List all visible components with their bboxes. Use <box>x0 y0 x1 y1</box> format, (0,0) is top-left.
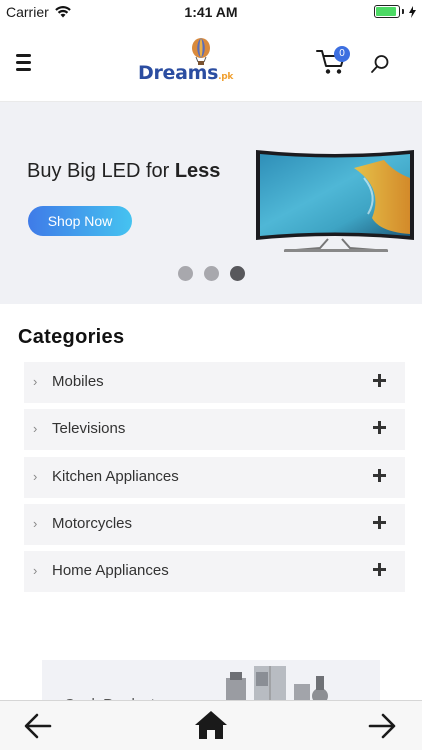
category-label: Televisions <box>52 420 126 438</box>
chevron-right-icon: › <box>33 563 38 579</box>
battery-indicator <box>374 5 416 18</box>
led-tv-image <box>256 150 414 252</box>
promo-carousel[interactable]: Buy Big LED for Less Shop Now <box>0 102 422 304</box>
expand-plus-icon[interactable] <box>373 515 386 529</box>
home-button[interactable] <box>194 710 228 745</box>
carousel-pagination <box>178 266 245 281</box>
banner-title-bold: Less <box>174 160 221 182</box>
banner-title-prefix: Buy Big LED for <box>27 160 175 182</box>
categories-heading: Categories <box>18 326 125 348</box>
shop-now-button[interactable]: Shop Now <box>28 206 132 236</box>
expand-plus-icon[interactable] <box>373 421 386 435</box>
category-label: Motorcycles <box>52 514 133 532</box>
battery-level-fill <box>376 7 396 16</box>
bottom-navigation <box>0 700 422 750</box>
forward-button[interactable] <box>368 713 396 744</box>
charging-icon <box>409 5 416 18</box>
categories-list: › Mobiles › Televisions › Kitchen Applia… <box>24 362 405 598</box>
carousel-dot-3[interactable] <box>230 266 245 281</box>
banner-title: Buy Big LED for Less <box>27 160 220 183</box>
search-button[interactable] <box>370 54 392 76</box>
app-header: Dreams.pk 0 <box>0 24 422 102</box>
cart-count-badge: 0 <box>334 46 350 62</box>
back-button[interactable] <box>24 713 52 744</box>
category-item-home-appliances[interactable]: › Home Appliances <box>24 551 405 593</box>
status-time: 1:41 AM <box>184 4 238 20</box>
category-item-televisions[interactable]: › Televisions <box>24 409 405 451</box>
expand-plus-icon[interactable] <box>373 468 386 482</box>
search-icon <box>371 55 389 73</box>
menu-icon <box>16 54 31 57</box>
home-icon <box>195 711 227 739</box>
forward-arrow-icon <box>368 713 396 739</box>
category-label: Kitchen Appliances <box>52 467 179 485</box>
chevron-right-icon: › <box>33 468 38 484</box>
category-label: Mobiles <box>52 373 104 390</box>
chevron-right-icon: › <box>33 374 38 389</box>
logo-wordmark: Dreams.pk <box>138 62 233 84</box>
chevron-right-icon: › <box>33 421 38 437</box>
category-item-kitchen-appliances[interactable]: › Kitchen Appliances <box>24 456 405 498</box>
expand-plus-icon[interactable] <box>373 563 386 577</box>
chevron-right-icon: › <box>33 515 38 531</box>
category-item-mobiles[interactable]: › Mobiles <box>24 362 405 403</box>
battery-icon <box>374 5 400 18</box>
category-item-motorcycles[interactable]: › Motorcycles <box>24 503 405 545</box>
battery-tip <box>402 9 404 14</box>
logo-text: Dreams <box>138 62 219 84</box>
logo-suffix: .pk <box>218 72 234 82</box>
menu-button[interactable] <box>16 54 38 72</box>
carousel-dot-1[interactable] <box>178 266 193 281</box>
category-label: Home Appliances <box>52 562 169 580</box>
status-bar: Carrier 1:41 AM <box>0 0 422 24</box>
cart-button[interactable]: 0 <box>316 46 352 80</box>
carousel-dot-2[interactable] <box>204 266 219 281</box>
back-arrow-icon <box>24 713 52 739</box>
dreams-logo[interactable]: Dreams.pk <box>136 36 236 90</box>
expand-plus-icon[interactable] <box>373 374 386 387</box>
